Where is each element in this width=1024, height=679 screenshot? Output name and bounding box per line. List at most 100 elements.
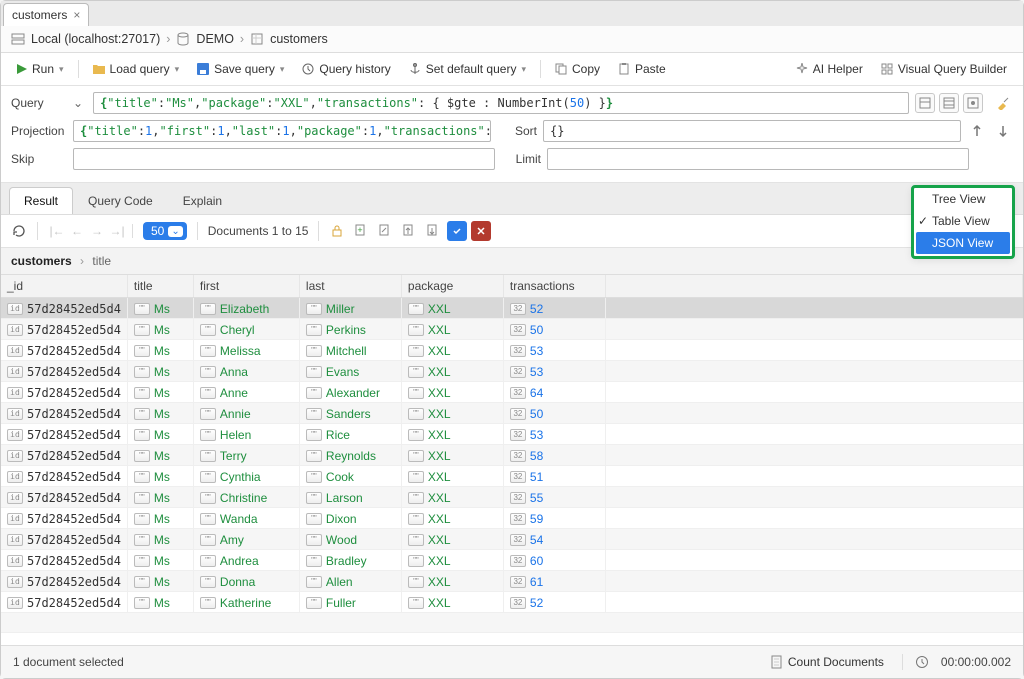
save-icon <box>197 63 209 75</box>
projection-label: Projection <box>11 124 67 138</box>
table-row[interactable]: id57d28452ed5d4""Ms""Christine""Larson""… <box>1 487 1023 508</box>
save-query-button[interactable]: Save query ▾ <box>191 59 290 79</box>
documents-range: Documents 1 to 15 <box>208 224 309 238</box>
first-page-icon[interactable]: |← <box>48 224 66 238</box>
breadcrumb-collection[interactable]: customers <box>270 32 328 46</box>
ai-helper-button[interactable]: AI Helper <box>790 59 869 79</box>
table-row[interactable]: id57d28452ed5d4""Ms""Cheryl""Perkins""XX… <box>1 319 1023 340</box>
paste-icon <box>618 63 630 75</box>
view-menu-tree[interactable]: Tree View <box>914 188 1012 210</box>
tab-query-code[interactable]: Query Code <box>73 187 168 214</box>
main-toolbar: Run ▾ Load query ▾ Save query ▾ Query hi… <box>1 53 1023 86</box>
table-row[interactable]: id57d28452ed5d4""Ms""Annie""Sanders""XXL… <box>1 403 1023 424</box>
collection-icon <box>250 32 264 46</box>
table-row[interactable]: id57d28452ed5d4""Ms""Anne""Alexander""XX… <box>1 382 1023 403</box>
view-icon-1[interactable] <box>915 93 935 113</box>
limit-input[interactable] <box>547 148 969 170</box>
column-header[interactable]: package <box>401 275 503 298</box>
count-documents-button[interactable]: Count Documents <box>765 652 890 672</box>
status-bar: 1 document selected Count Documents 00:0… <box>1 645 1023 678</box>
import-doc-icon[interactable] <box>423 221 443 241</box>
play-icon <box>17 64 27 74</box>
set-default-query-button[interactable]: Set default query ▾ <box>403 59 532 79</box>
table-row[interactable]: id57d28452ed5d4""Ms""Amy""Wood""XXL3254 <box>1 529 1023 550</box>
add-doc-icon[interactable]: + <box>351 221 371 241</box>
visual-query-builder-button[interactable]: Visual Query Builder <box>875 59 1013 79</box>
edit-doc-icon[interactable] <box>375 221 395 241</box>
result-toolbar: |← ← → →| 50 ⌄ Documents 1 to 15 + Tree … <box>1 215 1023 248</box>
skip-input[interactable] <box>73 148 495 170</box>
chevron-down-icon: ▾ <box>175 64 180 75</box>
anchor-icon <box>409 63 421 75</box>
chevron-down-icon: ▾ <box>521 64 526 75</box>
sparkle-icon <box>796 63 808 75</box>
grid-icon <box>881 63 893 75</box>
table-row[interactable]: id57d28452ed5d4""Ms""Cynthia""Cook""XXL3… <box>1 466 1023 487</box>
result-table: _idtitlefirstlastpackagetransactions id5… <box>1 275 1023 645</box>
delete-icon[interactable] <box>471 221 491 241</box>
limit-label: Limit <box>511 152 541 166</box>
result-path: customers › title <box>1 248 1023 275</box>
chevron-right-icon: › <box>80 254 84 268</box>
tab-explain[interactable]: Explain <box>168 187 237 214</box>
table-row <box>1 613 1023 633</box>
table-row[interactable]: id57d28452ed5d4""Ms""Helen""Rice""XXL325… <box>1 424 1023 445</box>
sort-asc-icon[interactable] <box>967 121 987 141</box>
table-row[interactable]: id57d28452ed5d4""Ms""Terry""Reynolds""XX… <box>1 445 1023 466</box>
column-header[interactable]: title <box>127 275 193 298</box>
view-icon-3[interactable] <box>963 93 983 113</box>
sort-desc-icon[interactable] <box>993 121 1013 141</box>
next-page-icon[interactable]: → <box>88 224 106 238</box>
clock-icon <box>915 655 929 669</box>
chevron-right-icon: › <box>240 32 244 46</box>
result-tabs: Result Query Code Explain <box>1 183 1023 215</box>
skip-label: Skip <box>11 152 67 166</box>
table-row[interactable]: id57d28452ed5d4""Ms""Elizabeth""Miller""… <box>1 298 1023 319</box>
table-row[interactable]: id57d28452ed5d4""Ms""Katherine""Fuller""… <box>1 592 1023 613</box>
chevron-down-icon: ▾ <box>59 64 64 75</box>
view-icon-2[interactable] <box>939 93 959 113</box>
tab-strip: customers × <box>1 1 1023 26</box>
breadcrumb-database[interactable]: DEMO <box>196 32 234 46</box>
sort-input[interactable]: {} <box>543 120 961 142</box>
breadcrumb-server[interactable]: Local (localhost:27017) <box>31 32 160 46</box>
load-query-button[interactable]: Load query ▾ <box>87 59 186 79</box>
query-history-button[interactable]: Query history <box>296 59 396 79</box>
query-label: Query <box>11 96 67 110</box>
last-page-icon[interactable]: →| <box>108 224 126 238</box>
column-header[interactable]: transactions <box>503 275 605 298</box>
sort-label: Sort <box>507 124 537 138</box>
selection-status: 1 document selected <box>13 655 124 669</box>
server-icon <box>11 32 25 46</box>
view-menu-json[interactable]: JSON View <box>916 232 1010 254</box>
lock-icon[interactable] <box>327 221 347 241</box>
column-header[interactable]: first <box>193 275 299 298</box>
view-menu-table[interactable]: Table View <box>914 210 1012 232</box>
prev-page-icon[interactable]: ← <box>68 224 86 238</box>
projection-input[interactable]: { "title": 1, "first": 1, "last": 1, "pa… <box>73 120 491 142</box>
export-doc-icon[interactable] <box>399 221 419 241</box>
table-row[interactable]: id57d28452ed5d4""Ms""Wanda""Dixon""XXL32… <box>1 508 1023 529</box>
refresh-icon[interactable] <box>11 223 27 239</box>
brush-icon[interactable] <box>993 93 1013 113</box>
path-field: title <box>92 254 111 268</box>
page-size-select[interactable]: 50 ⌄ <box>143 222 187 240</box>
run-button[interactable]: Run ▾ <box>11 59 70 79</box>
check-icon[interactable] <box>447 221 467 241</box>
column-header[interactable]: last <box>299 275 401 298</box>
document-icon <box>771 655 783 669</box>
table-row[interactable]: id57d28452ed5d4""Ms""Anna""Evans""XXL325… <box>1 361 1023 382</box>
table-row[interactable]: id57d28452ed5d4""Ms""Melissa""Mitchell""… <box>1 340 1023 361</box>
table-row[interactable]: id57d28452ed5d4""Ms""Donna""Allen""XXL32… <box>1 571 1023 592</box>
close-icon[interactable]: × <box>73 8 80 22</box>
column-header[interactable]: _id <box>1 275 127 298</box>
query-input[interactable]: { "title" : "Ms", "package" : "XXL", "tr… <box>93 92 909 114</box>
copy-button[interactable]: Copy <box>549 59 606 79</box>
view-menu: Tree View Table View JSON View <box>911 185 1015 259</box>
tab-result[interactable]: Result <box>9 187 73 214</box>
paste-button[interactable]: Paste <box>612 59 672 79</box>
query-form: Query ⌄ { "title" : "Ms", "package" : "X… <box>1 86 1023 183</box>
table-row[interactable]: id57d28452ed5d4""Ms""Andrea""Bradley""XX… <box>1 550 1023 571</box>
tab-customers[interactable]: customers × <box>3 3 89 26</box>
chevron-down-icon[interactable]: ⌄ <box>73 96 83 110</box>
